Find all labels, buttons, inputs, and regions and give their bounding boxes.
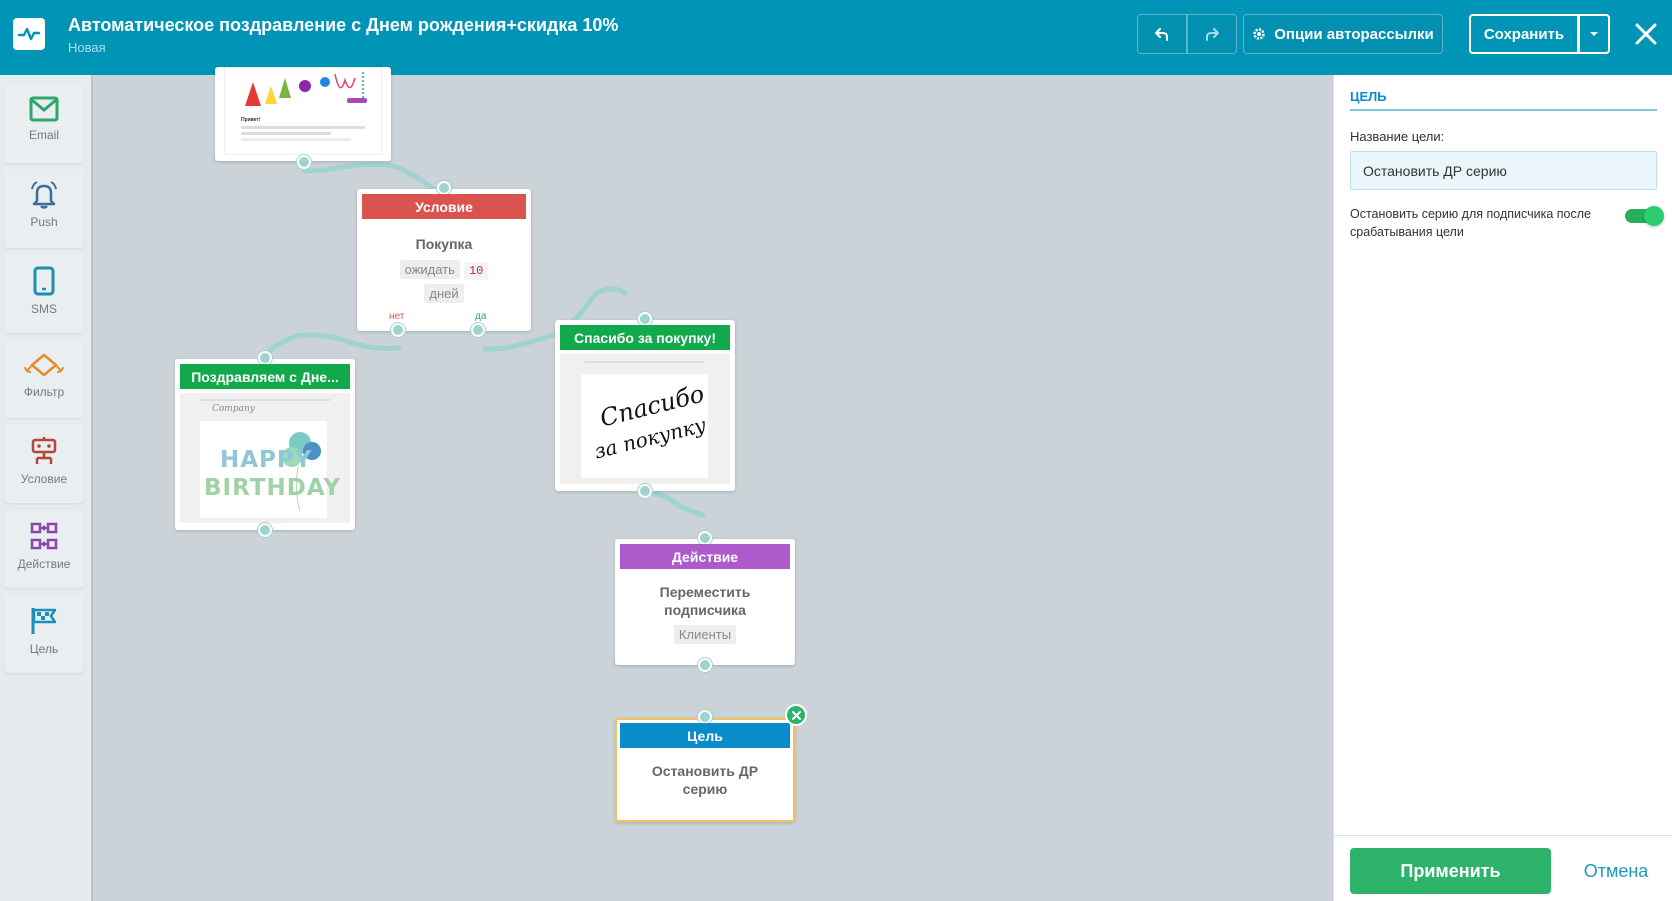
undo-icon — [1155, 28, 1168, 41]
branch-yes-label: да — [475, 311, 487, 322]
wait-unit: дней — [424, 284, 464, 303]
goal-node-header: Цель — [620, 723, 790, 748]
condition-node[interactable]: Условие Покупка ожидать 10 дней нет да — [357, 181, 531, 337]
gear-icon — [1253, 28, 1265, 40]
thanks-image: Спасибо за покупку — [581, 374, 708, 478]
email-node-top[interactable]: Привет! — [215, 67, 391, 169]
goal-text: Остановить ДР серию — [651, 763, 759, 797]
toolbar-item-push[interactable]: Push — [4, 169, 84, 248]
toolbar-item-label: Email — [28, 128, 59, 142]
condition-name: Покупка — [415, 236, 473, 252]
node-output-port[interactable] — [638, 484, 652, 498]
apply-button[interactable]: Применить — [1350, 848, 1551, 894]
close-icon — [1635, 23, 1657, 45]
action-node[interactable]: Действие Переместить подписчика Клиенты — [615, 531, 795, 672]
redo-icon — [1206, 28, 1219, 41]
preview-birthday: BIRTHDAY — [204, 475, 342, 501]
branch-no-label: нет — [389, 311, 405, 322]
stop-series-toggle[interactable] — [1625, 206, 1664, 226]
birthday-image: HAPPY BIRTHDAY — [200, 421, 340, 518]
goal-name-input[interactable] — [1350, 151, 1657, 190]
branch-no-port[interactable] — [391, 323, 405, 337]
chevron-down-icon — [1590, 32, 1598, 36]
phone-icon — [33, 266, 55, 296]
toolbar-item-sms[interactable]: SMS — [4, 254, 84, 333]
toolbar-item-filter[interactable]: Фильтр — [4, 339, 84, 418]
element-toolbar: Email Push SMS Фильтр Условие Действие Ц… — [0, 75, 93, 901]
save-button[interactable]: Сохранить — [1469, 14, 1579, 54]
stop-series-label: Остановить серию для подписчика после ср… — [1350, 207, 1591, 239]
condition-icon — [31, 437, 57, 464]
toolbar-item-action[interactable]: Действие — [4, 509, 84, 588]
node-input-port[interactable] — [698, 710, 712, 724]
wait-value: 10 — [463, 262, 489, 280]
preview-brand: Company — [212, 404, 255, 414]
redo-button[interactable] — [1187, 14, 1237, 54]
node-output-port[interactable] — [297, 155, 311, 169]
party-decoration-image — [245, 72, 367, 106]
toolbar-item-label: Push — [30, 215, 58, 229]
close-button[interactable] — [1626, 14, 1666, 54]
node-input-port[interactable] — [258, 351, 272, 365]
delete-node-button[interactable] — [785, 704, 807, 726]
email-preview: Company HAPPY BIRTHDAY — [180, 393, 350, 523]
toolbar-item-label: Цель — [29, 642, 59, 656]
action-node-header: Действие — [620, 544, 790, 569]
email-node-header: Спасибо за покупку! — [560, 325, 730, 350]
email-node-thanks[interactable]: Спасибо за покупку! Спасибо за покупку — [555, 312, 735, 498]
action-target-tag: Клиенты — [673, 625, 737, 644]
toolbar-item-condition[interactable]: Условие — [4, 424, 84, 503]
goal-name-label: Название цели: — [1350, 129, 1445, 144]
toggle-knob — [1644, 206, 1664, 226]
close-icon — [791, 710, 801, 720]
toolbar-item-label: Действие — [17, 557, 71, 571]
toolbar-item-label: Условие — [20, 472, 68, 486]
node-input-port[interactable] — [698, 531, 712, 545]
workflow-canvas[interactable]: Привет! Условие Покупка ожидать 10 дней н… — [93, 67, 1333, 901]
app-logo[interactable] — [13, 18, 45, 50]
email-greeting: Привет! — [241, 117, 261, 123]
toolbar-item-label: SMS — [30, 302, 57, 316]
options-label: Опции авторассылки — [1274, 25, 1434, 43]
email-icon — [29, 96, 59, 122]
undo-button[interactable] — [1137, 14, 1187, 54]
node-output-port[interactable] — [698, 658, 712, 672]
branch-yes-port[interactable] — [471, 323, 485, 337]
wait-row: ожидать 10 — [357, 260, 531, 280]
condition-node-header: Условие — [362, 194, 526, 219]
filter-icon — [24, 353, 64, 377]
email-node-header: Поздравляем с Дне... — [180, 364, 350, 389]
email-preview: Привет! — [224, 67, 382, 155]
email-preview: Спасибо за покупку — [560, 354, 730, 484]
bell-icon — [31, 181, 57, 209]
email-node-birthday[interactable]: Поздравляем с Дне... Company HAPPY BIRTH… — [175, 351, 355, 537]
node-output-port[interactable] — [258, 523, 272, 537]
toolbar-item-email[interactable]: Email — [4, 84, 84, 163]
goal-node[interactable]: Цель Остановить ДР серию — [615, 704, 807, 822]
node-input-port[interactable] — [638, 312, 652, 326]
action-icon — [30, 522, 58, 550]
panel-title: ЦЕЛЬ — [1350, 89, 1657, 111]
campaign-options-button[interactable]: Опции авторассылки — [1243, 14, 1443, 54]
campaign-title[interactable]: Автоматическое поздравление с Днем рожде… — [68, 15, 618, 36]
wait-label: ожидать — [399, 260, 460, 279]
action-text: Переместить подписчика — [659, 584, 751, 618]
goal-settings-panel: ЦЕЛЬ Название цели: Остановить серию для… — [1333, 75, 1672, 901]
toolbar-item-label: Фильтр — [23, 385, 65, 399]
toolbar-item-goal[interactable]: Цель — [4, 594, 84, 673]
header-bar: Автоматическое поздравление с Днем рожде… — [0, 0, 1672, 75]
flag-icon — [31, 608, 57, 634]
cancel-button[interactable]: Отмена — [1566, 848, 1666, 894]
panel-footer: Применить Отмена — [1334, 835, 1672, 901]
node-input-port[interactable] — [437, 181, 451, 195]
save-dropdown-button[interactable] — [1579, 14, 1610, 54]
preview-happy: HAPPY — [220, 447, 313, 473]
campaign-status: Новая — [68, 40, 106, 55]
